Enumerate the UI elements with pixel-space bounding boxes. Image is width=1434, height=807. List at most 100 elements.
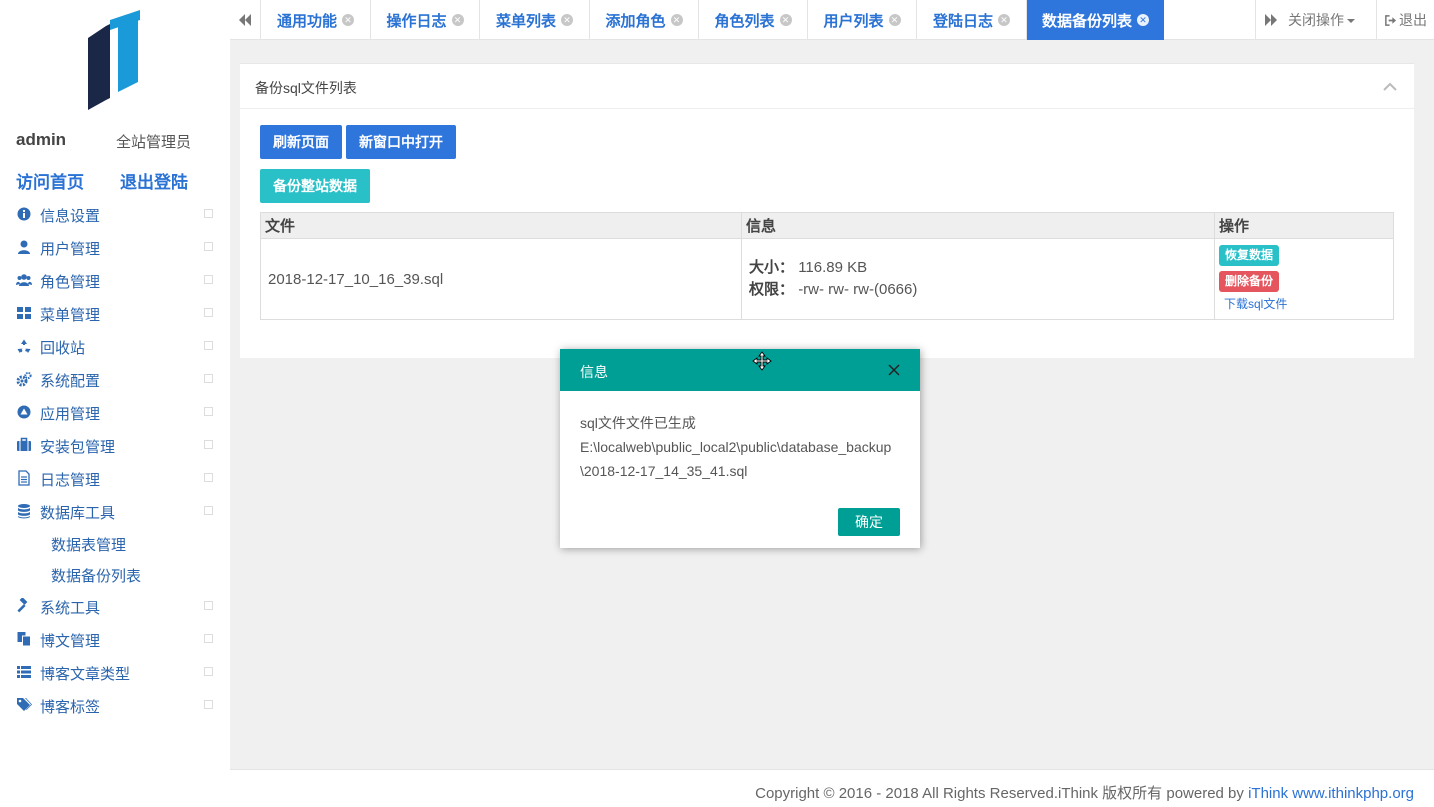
sidebar-item-role-management[interactable]: 角色管理 bbox=[0, 264, 230, 297]
tab-scroll-left-button[interactable] bbox=[230, 0, 260, 40]
sidebar-item-blog-tags[interactable]: 博客标签 bbox=[0, 689, 230, 722]
backup-site-data-button[interactable]: 备份整站数据 bbox=[260, 169, 370, 203]
tab-general-functions[interactable]: 通用功能 ✕ bbox=[260, 0, 370, 40]
sidebar-subitem-backup-list[interactable]: 数据备份列表 bbox=[0, 559, 230, 590]
sidebar-item-label: 回收站 bbox=[40, 340, 86, 357]
open-new-window-button[interactable]: 新窗口中打开 bbox=[346, 125, 456, 159]
table-row: 2018-12-17_10_16_39.sql 大小： 116.89 KB 权限… bbox=[260, 238, 1394, 320]
sidebar-item-label: 角色管理 bbox=[40, 274, 101, 291]
tab-login-log[interactable]: 登陆日志 ✕ bbox=[916, 0, 1026, 40]
tab-add-role[interactable]: 添加角色 ✕ bbox=[589, 0, 698, 40]
refresh-page-button[interactable]: 刷新页面 bbox=[260, 125, 342, 159]
close-operations-dropdown[interactable]: 关闭操作 bbox=[1288, 0, 1373, 40]
tab-menu-list[interactable]: 菜单列表 ✕ bbox=[479, 0, 589, 40]
file-info-cell: 大小： 116.89 KB 权限： -rw- rw- rw-(0666) bbox=[741, 238, 1215, 320]
sidebar-item-label: 博文管理 bbox=[40, 633, 101, 650]
dialog-title: 信息 bbox=[580, 364, 608, 380]
tab-role-list[interactable]: 角色列表 ✕ bbox=[698, 0, 807, 40]
sidebar-item-system-config[interactable]: 系统配置 bbox=[0, 363, 230, 396]
dialog-header[interactable]: 信息 bbox=[560, 349, 920, 391]
sidebar-item-recycle-bin[interactable]: 回收站 bbox=[0, 330, 230, 363]
tab-close-icon[interactable]: ✕ bbox=[670, 14, 683, 26]
tab-close-icon[interactable]: ✕ bbox=[451, 14, 464, 26]
column-header-info: 信息 bbox=[741, 212, 1215, 239]
sidebar-subitem-data-tables[interactable]: 数据表管理 bbox=[0, 528, 230, 559]
tab-operation-log[interactable]: 操作日志 ✕ bbox=[370, 0, 479, 40]
tab-backup-list[interactable]: 数据备份列表 ✕ bbox=[1026, 0, 1164, 40]
file-permission: -rw- rw- rw-(0666) bbox=[798, 281, 918, 298]
tab-user-list[interactable]: 用户列表 ✕ bbox=[807, 0, 916, 40]
sidebar-item-label: 安装包管理 bbox=[40, 439, 116, 456]
tab-label: 数据备份列表 bbox=[1041, 12, 1132, 30]
sidebar-item-post-management[interactable]: 博文管理 bbox=[0, 623, 230, 656]
sidebar-subitem-label: 数据备份列表 bbox=[51, 568, 142, 585]
sidebar-item-database-tools[interactable]: 数据库工具 bbox=[0, 495, 230, 528]
sidebar-item-menu-management[interactable]: 菜单管理 bbox=[0, 297, 230, 330]
footer: Copyright © 2016 - 2018 All Rights Reser… bbox=[230, 769, 1434, 807]
tab-label: 添加角色 bbox=[605, 12, 666, 30]
sidebar-item-label: 用户管理 bbox=[40, 241, 101, 258]
sidebar-item-system-tools[interactable]: 系统工具 bbox=[0, 590, 230, 623]
backup-files-table: 文件 信息 操作 2018-12-17_10_16_39.sql 大小： 116… bbox=[260, 212, 1394, 320]
confirm-button[interactable]: 确定 bbox=[838, 508, 900, 536]
expand-marker bbox=[204, 700, 213, 709]
cogs-icon bbox=[16, 371, 32, 387]
sidebar-item-label: 博客标签 bbox=[40, 699, 101, 716]
sign-out-icon bbox=[1385, 14, 1397, 26]
sidebar: admin 全站管理员 访问首页 退出登陆 信息设置 用户管理 角色管理 菜单管… bbox=[0, 0, 230, 807]
tab-close-icon[interactable]: ✕ bbox=[1137, 14, 1149, 26]
tab-label: 通用功能 bbox=[276, 12, 337, 30]
sidebar-item-blog-article-types[interactable]: 博客文章类型 bbox=[0, 656, 230, 689]
close-operations-label: 关闭操作 bbox=[1288, 12, 1344, 28]
tab-close-icon[interactable]: ✕ bbox=[779, 14, 792, 26]
delete-backup-button[interactable]: 删除备份 bbox=[1219, 270, 1280, 292]
tab-label: 登陆日志 bbox=[932, 12, 993, 30]
sidebar-item-package-management[interactable]: 安装包管理 bbox=[0, 429, 230, 462]
permission-label: 权限： bbox=[749, 281, 795, 298]
column-header-file: 文件 bbox=[260, 212, 742, 239]
expand-marker bbox=[204, 209, 213, 218]
tab-close-icon[interactable]: ✕ bbox=[342, 14, 354, 26]
expand-marker bbox=[204, 242, 213, 251]
file-name-cell: 2018-12-17_10_16_39.sql bbox=[260, 238, 742, 320]
tab-close-icon[interactable]: ✕ bbox=[888, 14, 901, 26]
sidebar-item-label: 菜单管理 bbox=[40, 307, 101, 324]
file-icon bbox=[16, 470, 32, 486]
user-role: 全站管理员 bbox=[116, 134, 192, 151]
recycle-icon bbox=[16, 338, 32, 354]
tab-close-icon[interactable]: ✕ bbox=[998, 14, 1010, 26]
sidebar-item-label: 应用管理 bbox=[40, 406, 101, 423]
logout-link[interactable]: 退出登陆 bbox=[120, 168, 188, 193]
sidebar-item-info-settings[interactable]: 信息设置 bbox=[0, 198, 230, 231]
file-size: 116.89 KB bbox=[798, 259, 868, 276]
sidebar-item-user-management[interactable]: 用户管理 bbox=[0, 231, 230, 264]
visit-home-link[interactable]: 访问首页 bbox=[16, 168, 84, 193]
file-actions-cell: 恢复数据 删除备份 下载sql文件 bbox=[1214, 238, 1394, 320]
logout-button[interactable]: 退出 bbox=[1376, 0, 1434, 40]
quick-links: 访问首页 退出登陆 bbox=[16, 168, 226, 192]
ithink-logo bbox=[88, 10, 140, 110]
site-url-link[interactable]: www.ithinkphp.org bbox=[1292, 785, 1414, 802]
restore-data-button[interactable]: 恢复数据 bbox=[1219, 244, 1280, 266]
sidebar-item-label: 信息设置 bbox=[40, 208, 101, 225]
download-sql-link[interactable]: 下载sql文件 bbox=[1224, 297, 1287, 311]
users-icon bbox=[16, 272, 32, 288]
expand-marker bbox=[204, 473, 213, 482]
briefcase-icon bbox=[16, 437, 32, 453]
user-name: admin bbox=[16, 130, 67, 149]
close-icon[interactable] bbox=[887, 363, 901, 377]
logout-label: 退出 bbox=[1399, 12, 1427, 28]
sidebar-item-app-management[interactable]: 应用管理 bbox=[0, 396, 230, 429]
tab-close-icon[interactable]: ✕ bbox=[561, 14, 573, 26]
user-icon bbox=[16, 239, 32, 255]
tab-scroll-right-button[interactable] bbox=[1255, 0, 1285, 40]
expand-marker bbox=[204, 601, 213, 610]
chevron-up-icon[interactable] bbox=[1383, 82, 1397, 92]
database-icon bbox=[16, 503, 32, 519]
dialog-message: sql文件文件已生成 E:\localweb\public_local2\pub… bbox=[580, 411, 910, 483]
brand-link[interactable]: iThink bbox=[1248, 785, 1288, 802]
sidebar-nav: 信息设置 用户管理 角色管理 菜单管理 回收站 系统配置 应用管理 安装包管理 … bbox=[0, 198, 230, 722]
expand-marker bbox=[204, 308, 213, 317]
move-cursor-icon bbox=[752, 351, 772, 371]
sidebar-item-log-management[interactable]: 日志管理 bbox=[0, 462, 230, 495]
